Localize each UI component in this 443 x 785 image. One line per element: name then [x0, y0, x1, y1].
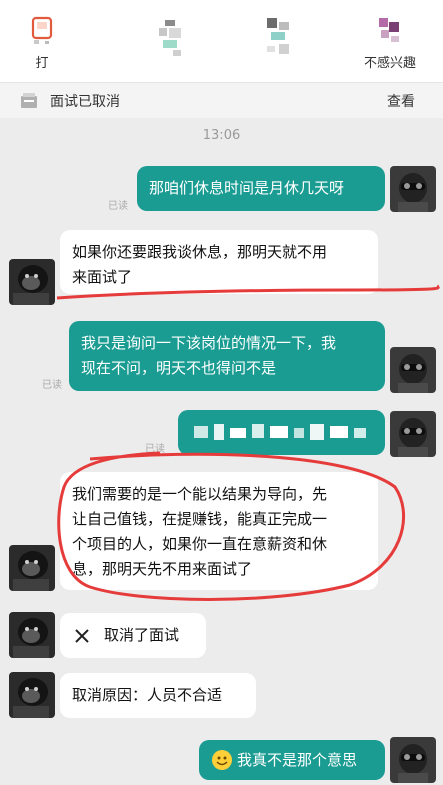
message-text: 取消了面试: [104, 626, 180, 644]
message-text-line: 如果你还要跟我谈休息，那明天就不用: [72, 243, 328, 261]
red-circle-annotation: [57, 451, 405, 601]
recruiter-avatar[interactable]: [9, 612, 55, 658]
call-action-label: 打: [35, 56, 49, 71]
message-text: 我真不是那个意思: [237, 750, 358, 769]
interview-status-bar: 面试已取消 查看: [0, 82, 443, 118]
view-button[interactable]: 查看: [387, 91, 415, 111]
phone-icon: [25, 14, 59, 48]
blurred-icon: [263, 14, 297, 54]
message-text: 那咱们休息时间是月休几天呀: [149, 179, 345, 197]
emoji-icon: [211, 749, 233, 771]
message-bubble-out[interactable]: 我只是询问一下该岗位的情况一下，我 现在不问，明天不也得问不是: [69, 321, 385, 391]
status-text: 面试已取消: [50, 94, 120, 110]
red-underline-annotation: [56, 284, 440, 300]
message-text: 取消原因：人员不合适: [72, 686, 223, 704]
blurred-icon: [153, 14, 187, 56]
read-receipt: 已读: [42, 380, 62, 391]
chat-timestamp: 13:06: [202, 128, 241, 143]
not-interested-action[interactable]: 不感兴趣: [350, 14, 430, 71]
recruiter-avatar[interactable]: [9, 259, 55, 305]
blurred-action-2[interactable]: [240, 14, 320, 54]
my-avatar[interactable]: [390, 347, 436, 393]
message-bubble-out[interactable]: 那咱们休息时间是月休几天呀: [137, 166, 385, 211]
action-bar: 打 不感兴趣: [0, 0, 443, 82]
blurred-action-1[interactable]: [130, 14, 210, 56]
my-avatar[interactable]: [390, 737, 436, 783]
recruiter-avatar[interactable]: [9, 672, 55, 718]
message-text-line: 现在不问，明天不也得问不是: [81, 359, 277, 377]
my-avatar[interactable]: [390, 166, 436, 212]
call-action[interactable]: 打: [2, 14, 82, 71]
message-text-line: 我只是询问一下该岗位的情况一下，我: [81, 334, 337, 352]
not-interested-label: 不感兴趣: [363, 56, 416, 71]
cancel-reason-bubble[interactable]: 取消原因：人员不合适: [60, 673, 256, 718]
not-interested-icon: [373, 14, 407, 48]
close-icon: [72, 626, 92, 646]
recruiter-avatar[interactable]: [9, 545, 55, 591]
message-bubble-out[interactable]: 我真不是那个意思: [199, 740, 385, 780]
read-receipt: 已读: [108, 201, 128, 212]
document-icon: [20, 92, 38, 109]
cancel-interview-bubble[interactable]: 取消了面试: [60, 613, 206, 658]
